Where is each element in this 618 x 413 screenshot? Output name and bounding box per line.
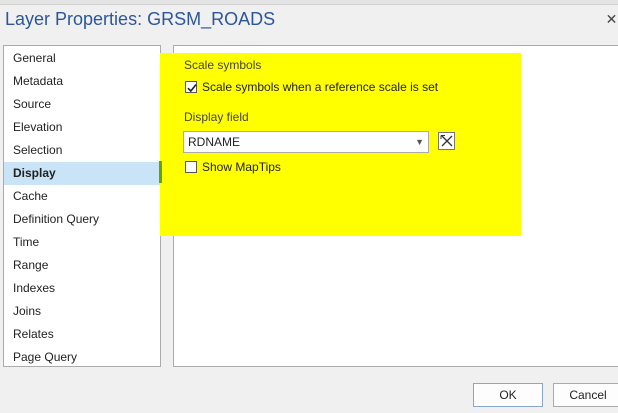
ok-button[interactable]: OK [473,383,543,407]
nav-item-source[interactable]: Source [4,93,160,116]
dialog-title: Layer Properties: GRSM_ROADS [5,9,276,29]
show-maptips-checkbox[interactable] [185,161,197,173]
property-page-list: General Metadata Source Elevation Select… [3,45,161,367]
nav-item-time[interactable]: Time [4,231,160,254]
nav-item-display[interactable]: Display [4,162,160,185]
nav-item-general[interactable]: General [4,47,160,70]
nav-item-range[interactable]: Range [4,254,160,277]
cancel-button[interactable]: Cancel [553,383,618,407]
close-icon[interactable]: ✕ [605,12,618,26]
nav-item-elevation[interactable]: Elevation [4,116,160,139]
expression-icon [440,135,453,147]
show-maptips-label[interactable]: Show MapTips [202,160,281,174]
display-field-label: Display field [184,110,249,124]
checkmark-icon [187,84,197,93]
scale-symbols-checkbox-label[interactable]: Scale symbols when a reference scale is … [202,80,438,94]
nav-item-cache[interactable]: Cache [4,185,160,208]
title-bar-edge [0,0,618,5]
expression-button[interactable] [438,132,455,150]
nav-item-relates[interactable]: Relates [4,323,160,346]
nav-item-indexes[interactable]: Indexes [4,277,160,300]
scale-symbols-heading: Scale symbols [184,58,262,72]
nav-item-page-query[interactable]: Page Query [4,346,160,369]
display-field-value: RDNAME [188,135,241,149]
scale-symbols-checkbox[interactable] [185,81,197,93]
chevron-down-icon: ▼ [415,137,424,147]
selection-accent-bar [159,161,162,183]
nav-item-joins[interactable]: Joins [4,300,160,323]
nav-item-metadata[interactable]: Metadata [4,70,160,93]
display-field-dropdown[interactable]: RDNAME ▼ [183,131,429,153]
nav-item-definition-query[interactable]: Definition Query [4,208,160,231]
nav-item-selection[interactable]: Selection [4,139,160,162]
